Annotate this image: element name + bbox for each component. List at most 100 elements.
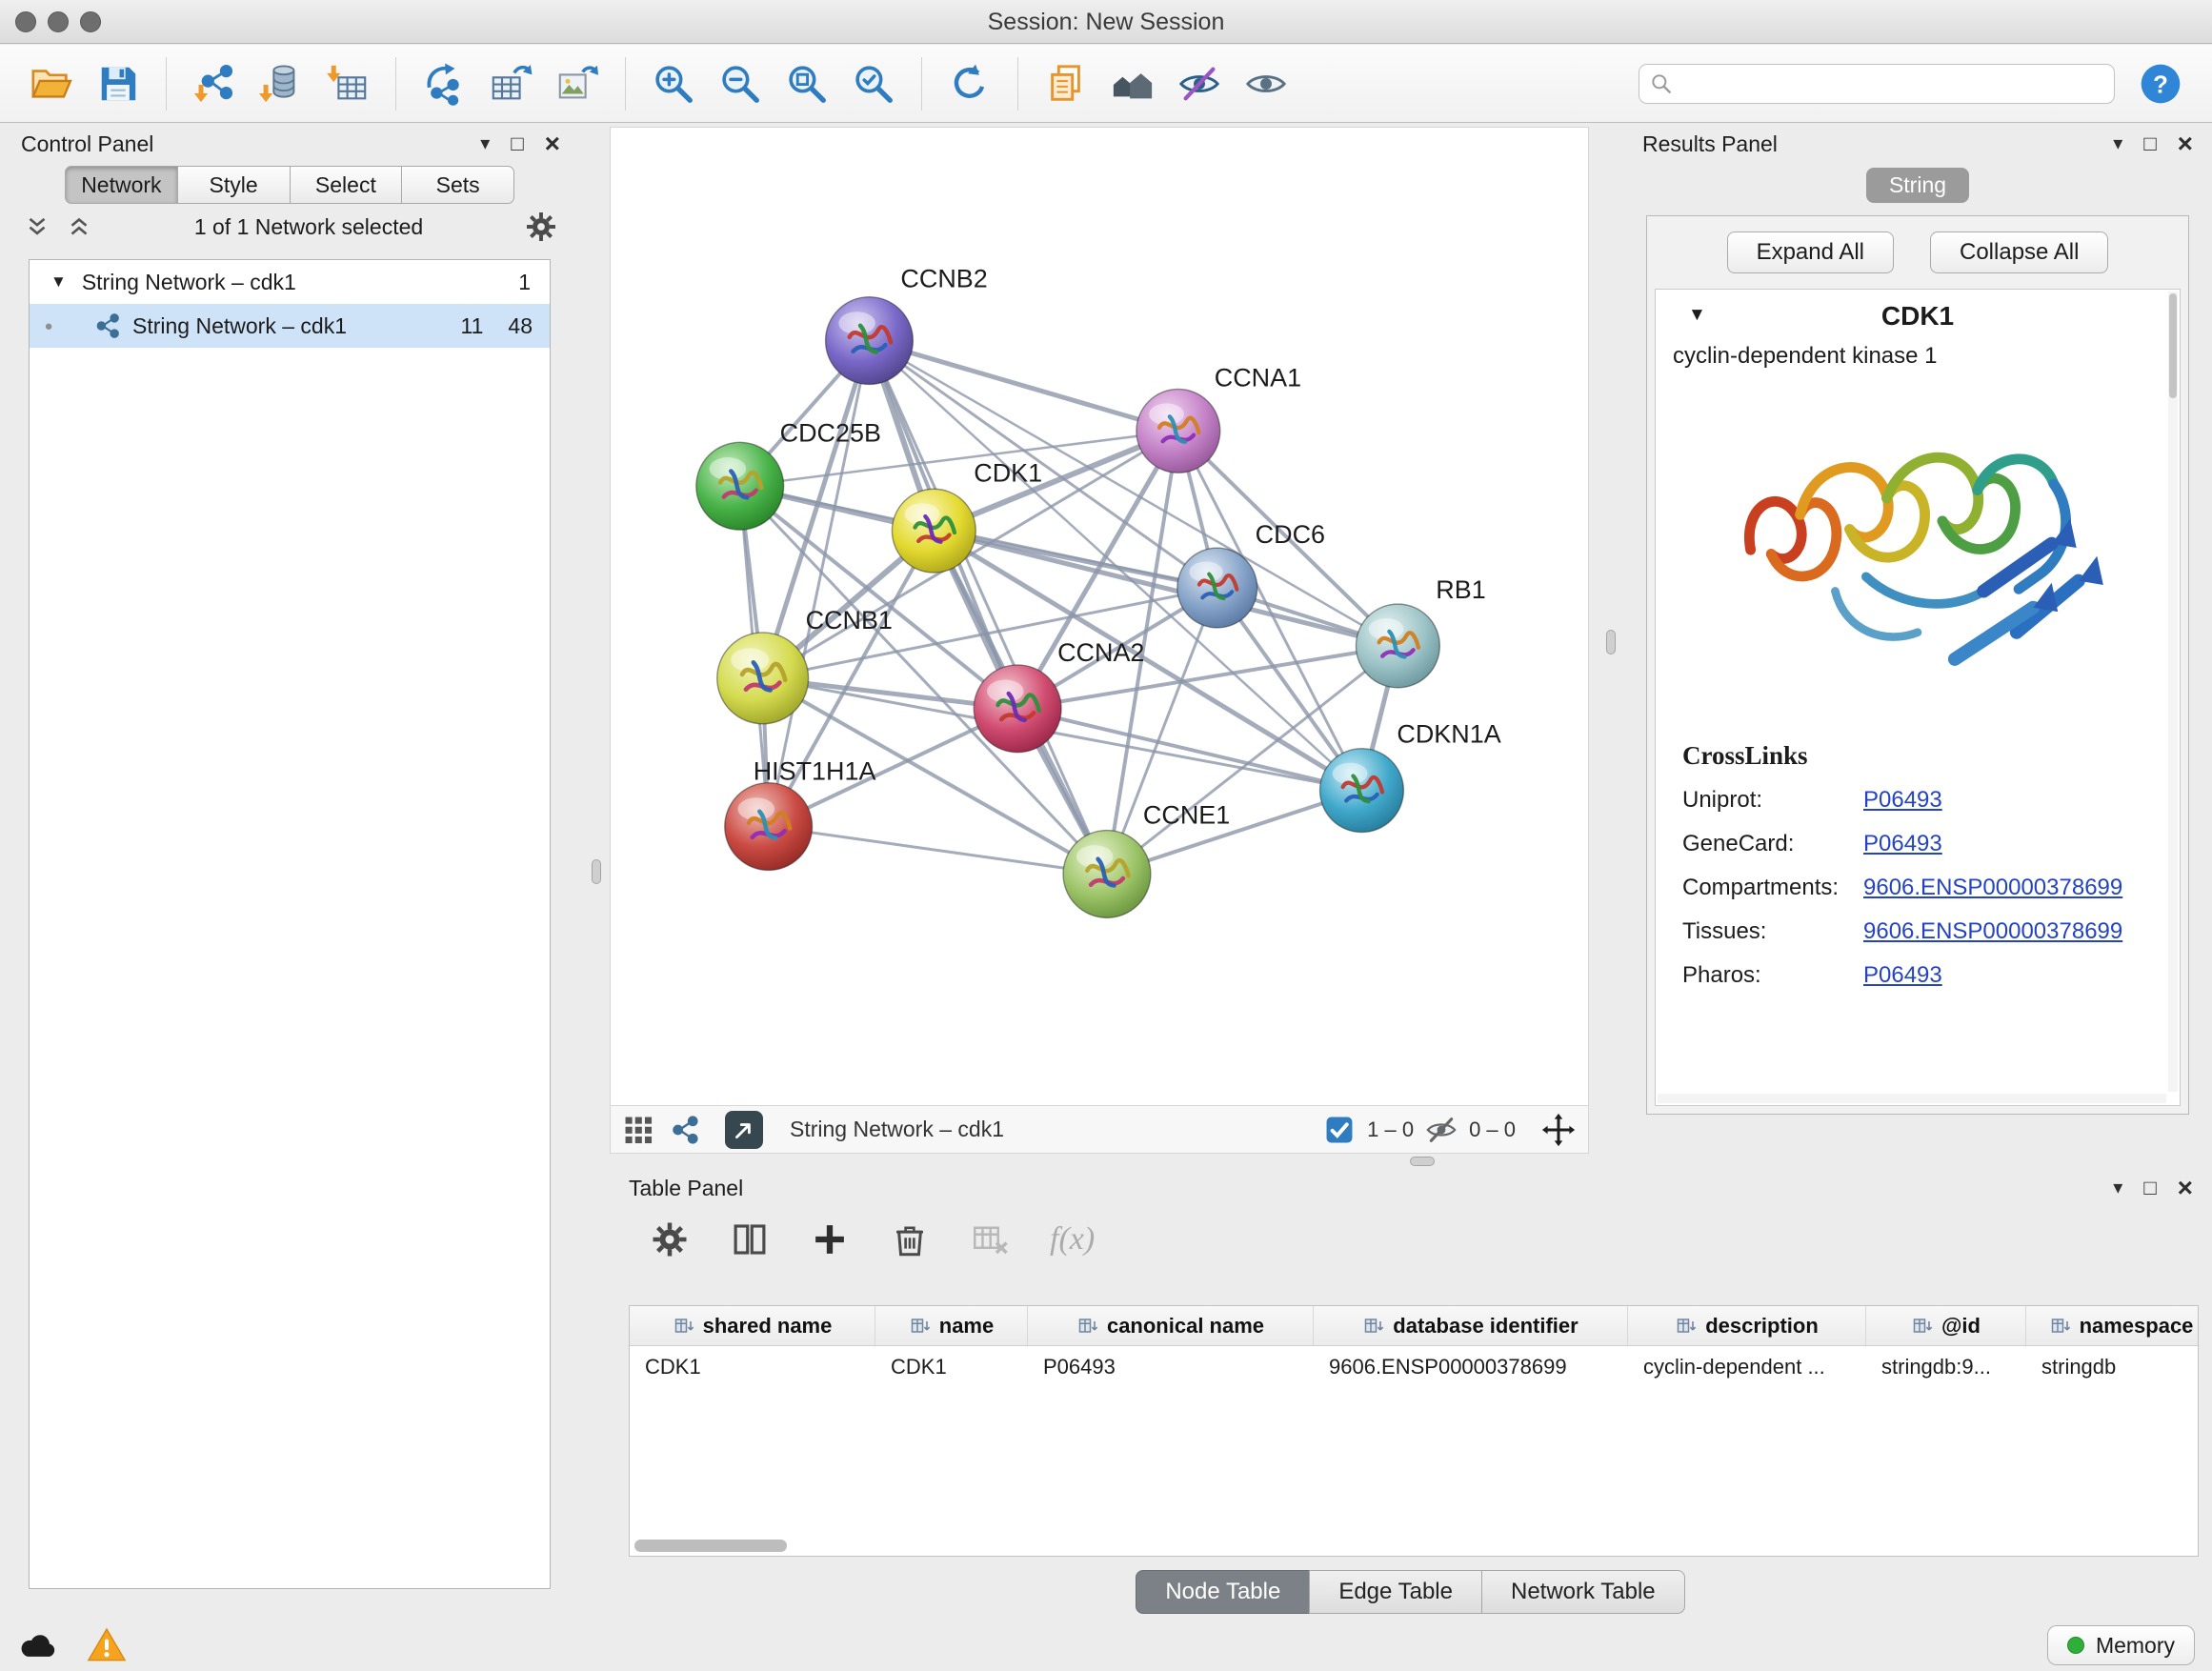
show-columns-icon[interactable] [730,1219,770,1259]
crosslink-genecard-link[interactable]: P06493 [1863,831,1942,857]
pan-crosshair-icon[interactable] [1540,1112,1577,1148]
tab-network-table[interactable]: Network Table [1481,1570,1685,1614]
apply-preferred-layout-button[interactable] [939,53,1000,114]
results-tab-string[interactable]: String [1866,168,1969,203]
crosslink-row: Uniprot:P06493 [1682,778,2180,822]
network-view-icon[interactable] [668,1114,700,1146]
delete-column-icon[interactable] [890,1219,930,1259]
show-graphics-details-button[interactable] [1236,53,1297,114]
memory-button[interactable]: Memory [2047,1625,2195,1665]
network-node-CCNB1[interactable]: CCNB1 [717,606,893,724]
column-header-database-identifier[interactable]: database identifier [1314,1306,1628,1345]
network-node-CCNA2[interactable]: CCNA2 [974,638,1144,753]
zoom-window-button[interactable] [80,11,101,32]
collapse-all-networks-icon[interactable] [65,212,93,241]
network-node-CCNE1[interactable]: CCNE1 [1063,801,1230,918]
hide-graphics-details-button[interactable] [1169,53,1230,114]
show-panels-button[interactable] [1036,53,1096,114]
crosslink-uniprot-link[interactable]: P06493 [1863,787,1942,814]
crosslink-tissues-link[interactable]: 9606.ENSP00000378699 [1863,918,2122,945]
panel-close-icon[interactable]: × [2178,1175,2193,1201]
table-cell-description[interactable]: cyclin-dependent ... [1628,1346,1866,1388]
network-node-HIST1H1A[interactable]: HIST1H1A [725,757,876,871]
tab-sets[interactable]: Sets [402,166,514,204]
cloud-icon[interactable] [17,1624,59,1666]
network-node-RB1[interactable]: RB1 [1356,575,1485,688]
column-header-description[interactable]: description [1628,1306,1866,1345]
warning-icon[interactable] [86,1624,128,1666]
table-settings-gear-icon[interactable] [650,1219,690,1259]
minimize-window-button[interactable] [48,11,69,32]
table-cell-shared-name[interactable]: CDK1 [630,1346,875,1388]
table-cell-database-identifier[interactable]: 9606.ENSP00000378699 [1314,1346,1628,1388]
column-header-canonical-name[interactable]: canonical name [1028,1306,1314,1345]
import-table-from-file-button[interactable] [317,53,378,114]
save-session-button[interactable] [88,53,149,114]
zoom-fit-content-button[interactable] [776,53,837,114]
panel-float-icon[interactable]: □ [511,133,523,154]
grid-view-icon[interactable] [622,1114,654,1146]
import-network-from-file-button[interactable] [184,53,245,114]
panel-menu-icon[interactable]: ▾ [480,134,490,153]
column-header-name[interactable]: name [875,1306,1028,1345]
splitter-handle-bottom[interactable] [1410,1157,1435,1166]
panel-close-icon[interactable]: × [2178,131,2193,157]
panel-float-icon[interactable]: □ [2143,133,2156,154]
collapse-all-button[interactable]: Collapse All [1930,232,2108,273]
table-row[interactable]: CDK1CDK1P064939606.ENSP00000378699cyclin… [630,1346,2198,1388]
tab-node-table[interactable]: Node Table [1136,1570,1310,1614]
selected-items-checkbox-icon[interactable] [1323,1114,1356,1146]
panel-close-icon[interactable]: × [545,131,560,157]
expand-all-networks-icon[interactable] [23,212,51,241]
network-collection-row[interactable]: ▼ String Network – cdk1 1 [30,260,550,304]
network-canvas[interactable]: CCNB2CCNA1CDC25BCDK1CDC6RB1CCNB1CCNA2CDK… [610,127,1589,1106]
export-table-button[interactable] [480,53,541,114]
toolbar-search[interactable] [1639,64,2115,104]
panel-menu-icon[interactable]: ▾ [2113,1178,2122,1198]
hidden-items-icon[interactable] [1425,1114,1458,1146]
table-cell-id[interactable]: stringdb:9... [1866,1346,2026,1388]
crosslink-row: Compartments:9606.ENSP00000378699 [1682,866,2180,910]
tab-edge-table[interactable]: Edge Table [1309,1570,1482,1614]
close-window-button[interactable] [15,11,36,32]
import-network-from-database-button[interactable] [251,53,312,114]
results-horizontal-scrollbar[interactable] [1658,1094,2166,1103]
table-horizontal-scrollbar[interactable] [634,1540,787,1552]
zoom-selected-region-button[interactable] [843,53,904,114]
network-options-gear-icon[interactable] [524,210,558,244]
tab-style[interactable]: Style [178,166,291,204]
export-image-button[interactable] [547,53,608,114]
export-network-button[interactable] [413,53,474,114]
open-session-button[interactable] [21,53,82,114]
toolbar-separator [395,57,396,111]
column-header-shared-name[interactable]: shared name [630,1306,875,1345]
search-input[interactable] [1681,71,2104,96]
tab-select[interactable]: Select [291,166,403,204]
open-view-in-window-button[interactable] [725,1111,763,1149]
tree-caret-icon[interactable]: ▼ [50,272,67,292]
create-column-icon[interactable] [810,1219,850,1259]
zoom-out-button[interactable] [710,53,771,114]
tab-network[interactable]: Network [65,166,178,204]
panel-menu-icon[interactable]: ▾ [2113,134,2122,153]
network-node-CDKN1A[interactable]: CDKN1A [1320,720,1501,833]
crosslink-compartments-link[interactable]: 9606.ENSP00000378699 [1863,875,2122,901]
crosslink-pharos-link[interactable]: P06493 [1863,962,1942,989]
network-selection-summary: 1 of 1 Network selected [107,214,511,240]
splitter-handle-right[interactable] [1606,630,1616,654]
table-cell-name[interactable]: CDK1 [875,1346,1028,1388]
column-header-id[interactable]: @id [1866,1306,2026,1345]
column-header-namespace[interactable]: namespace [2026,1306,2199,1345]
splitter-handle-left[interactable] [592,859,601,884]
home-button[interactable] [1102,53,1163,114]
table-cell-namespace[interactable]: stringdb [2026,1346,2199,1388]
table-cell-canonical-name[interactable]: P06493 [1028,1346,1314,1388]
network-row-selected[interactable]: ● String Network – cdk1 11 48 [30,304,550,348]
panel-float-icon[interactable]: □ [2143,1178,2156,1198]
results-scrollbar-thumb[interactable] [2169,293,2177,398]
zoom-in-button[interactable] [643,53,704,114]
network-node-CCNA1[interactable]: CCNA1 [1136,363,1301,473]
help-button[interactable]: ? [2130,53,2191,114]
results-vertical-scrollbar[interactable] [2168,292,2178,1092]
expand-all-button[interactable]: Expand All [1727,232,1894,273]
